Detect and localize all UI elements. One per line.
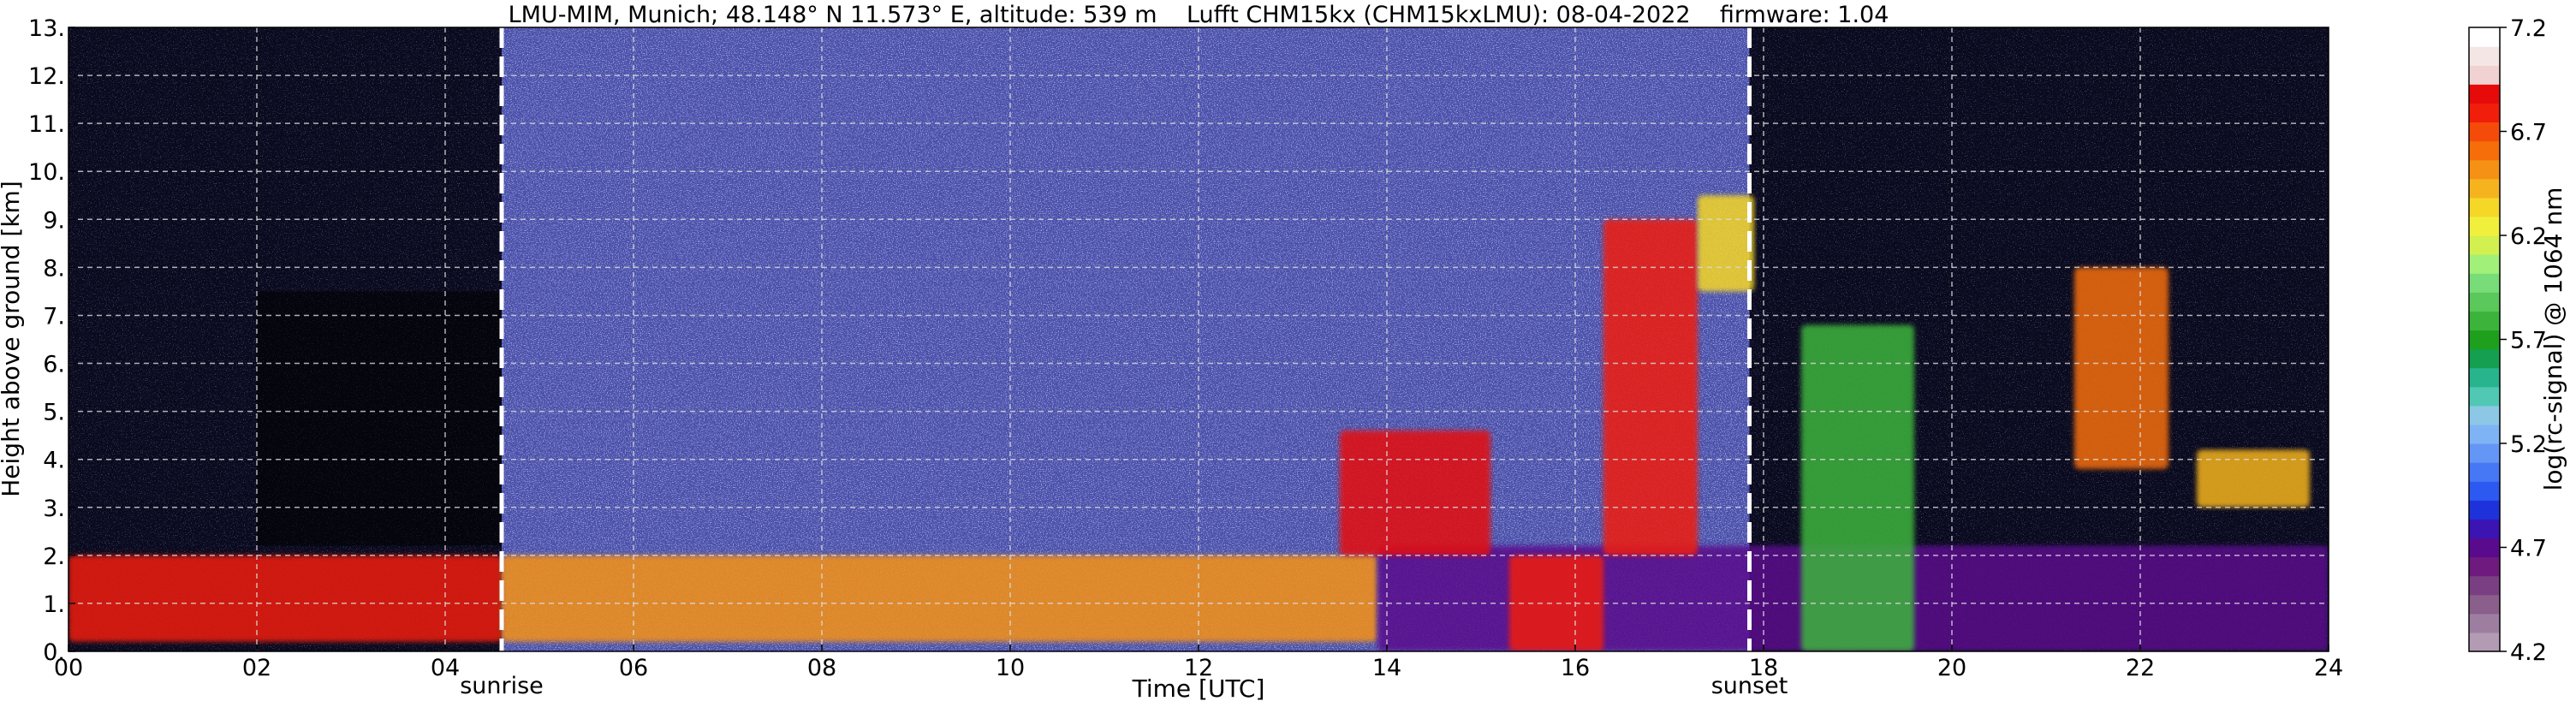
colorbar-swatch <box>2469 613 2500 633</box>
colorbar-swatch <box>2469 65 2500 85</box>
x-tick-label: 08 <box>807 655 836 681</box>
colorbar-swatch <box>2469 500 2500 520</box>
y-tick-label: 0. <box>43 639 65 666</box>
colorbar-swatch <box>2469 159 2500 180</box>
colorbar-swatch <box>2469 424 2500 444</box>
y-tick-label: 8. <box>43 255 65 282</box>
y-tick-label: 5. <box>43 400 65 426</box>
colorbar-swatch <box>2469 519 2500 539</box>
signal-layer <box>68 555 502 642</box>
y-tick-label: 12. <box>28 63 65 90</box>
colorbar-swatch <box>2469 140 2500 161</box>
colorbar-tick-label: 7.2 <box>2510 15 2547 42</box>
colorbar-swatch <box>2469 575 2500 596</box>
x-tick-label: 06 <box>619 655 648 681</box>
colorbar-swatch <box>2469 462 2500 482</box>
colorbar-swatch <box>2469 311 2500 331</box>
colorbar-swatch <box>2469 481 2500 501</box>
colorbar-swatch <box>2469 84 2500 104</box>
colorbar-swatch <box>2469 216 2500 236</box>
x-tick-label: 02 <box>242 655 271 681</box>
colorbar-tick-label: 6.7 <box>2510 120 2547 146</box>
marker-label-sunrise: sunrise <box>460 673 544 699</box>
colorbar-swatch <box>2469 197 2500 217</box>
colorbar-swatch <box>2469 594 2500 615</box>
colorbar-swatch <box>2469 178 2500 199</box>
colorbar-swatch <box>2469 386 2500 407</box>
x-tick-label: 16 <box>1561 655 1590 681</box>
signal-layer <box>1603 219 1698 556</box>
colorbar-label: log(rc-signal) @ 1064 nm <box>2539 187 2567 491</box>
colorbar-swatch <box>2469 330 2500 350</box>
colorbar-swatch <box>2469 254 2500 274</box>
x-tick-label: 24 <box>2314 655 2343 681</box>
colorbar-tick-label: 4.7 <box>2510 536 2547 562</box>
x-tick-label: 10 <box>996 655 1025 681</box>
y-tick-label: 4. <box>43 448 65 474</box>
signal-layer <box>1801 324 1914 651</box>
y-tick-label: 6. <box>43 352 65 378</box>
y-tick-label: 1. <box>43 591 65 618</box>
y-tick-label: 2. <box>43 544 65 570</box>
x-tick-label: 14 <box>1372 655 1401 681</box>
signal-layer <box>1340 431 1490 556</box>
colorbar-swatch <box>2469 273 2500 293</box>
colorbar-tick-label: 4.2 <box>2510 639 2547 666</box>
x-tick-label: 18 <box>1749 655 1778 681</box>
x-tick-label: 04 <box>431 655 460 681</box>
signal-layer <box>2197 449 2310 508</box>
colorbar-swatch <box>2469 348 2500 369</box>
colorbar-swatch <box>2469 367 2500 388</box>
colorbar-swatch <box>2469 46 2500 66</box>
y-tick-label: 9. <box>43 207 65 234</box>
y-tick-label: 10. <box>28 159 65 186</box>
x-tick-label: 22 <box>2126 655 2155 681</box>
colorbar-swatch <box>2469 122 2500 142</box>
chart-title: LMU-MIM, Munich; 48.148° N 11.573° E, al… <box>509 2 1889 28</box>
colorbar-swatch <box>2469 405 2500 425</box>
colorbar-swatch <box>2469 103 2500 123</box>
colorbar-swatch <box>2469 27 2500 47</box>
ceilometer-chart: sunrise sunset00 02 04 06 08 10 12 14 16 18 20 22 240… <box>0 2 2567 703</box>
colorbar-swatch <box>2469 632 2500 652</box>
colorbar-swatch <box>2469 235 2500 255</box>
y-tick-label: 13. <box>28 15 65 42</box>
y-tick-label: 7. <box>43 303 65 330</box>
y-axis-label: Height above ground [km] <box>0 181 25 497</box>
colorbar-swatch <box>2469 556 2500 577</box>
signal-layer <box>1698 195 1754 292</box>
y-tick-label: 3. <box>43 496 65 522</box>
x-tick-label: 20 <box>1937 655 1966 681</box>
colorbar-swatch <box>2469 443 2500 463</box>
y-tick-label: 11. <box>28 111 65 138</box>
signal-layer <box>2074 267 2168 469</box>
colorbar-swatch <box>2469 292 2500 312</box>
x-axis-label: Time [UTC] <box>1132 674 1265 703</box>
colorbar-swatch <box>2469 538 2500 558</box>
